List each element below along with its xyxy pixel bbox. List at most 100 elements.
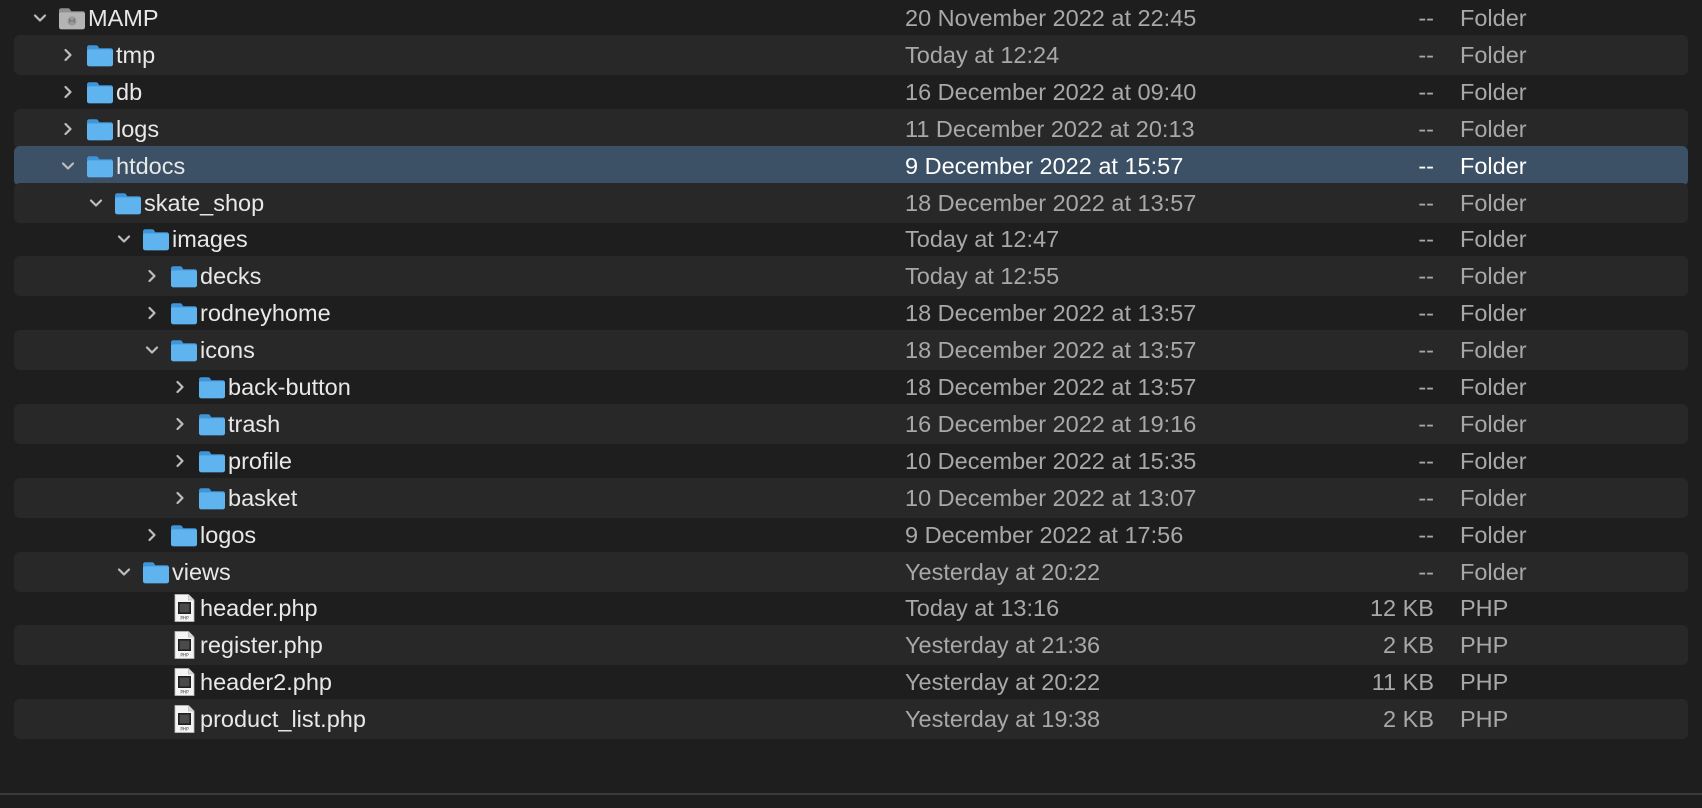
date-modified: Today at 13:16 bbox=[905, 595, 1060, 622]
file-size: -- bbox=[1418, 5, 1434, 31]
date-modified: Yesterday at 20:22 bbox=[905, 669, 1101, 696]
file-size: -- bbox=[1418, 263, 1434, 290]
chevron-down-icon[interactable] bbox=[30, 0, 50, 38]
date-modified: 11 December 2022 at 20:13 bbox=[905, 115, 1195, 142]
file-name: htdocs bbox=[116, 152, 186, 179]
file-row[interactable]: back-button 18 December 2022 at 13:57 -- Fo… bbox=[14, 367, 1688, 407]
svg-text:PHP: PHP bbox=[180, 726, 189, 731]
chevron-right-icon[interactable] bbox=[142, 293, 162, 333]
file-size: 12 KB bbox=[1369, 595, 1434, 622]
chevron-down-icon[interactable] bbox=[114, 219, 134, 259]
date-modified: 9 December 2022 at 15:57 bbox=[905, 152, 1184, 179]
folder-icon bbox=[84, 39, 116, 71]
chevron-right-icon[interactable] bbox=[170, 478, 190, 518]
file-kind: PHP bbox=[1460, 669, 1509, 696]
file-row[interactable]: htdocs 9 December 2022 at 15:57 -- Folder bbox=[14, 145, 1688, 186]
file-row[interactable]: PHP header.php Today at 13:16 12 KB PHP bbox=[14, 588, 1688, 628]
chevron-right-icon[interactable] bbox=[170, 367, 190, 407]
svg-text:PHP: PHP bbox=[180, 653, 189, 658]
chevron-right-icon[interactable] bbox=[58, 109, 78, 149]
file-row[interactable]: logs 11 December 2022 at 20:13 -- Folder bbox=[14, 108, 1688, 149]
chevron-right-icon[interactable] bbox=[58, 72, 78, 112]
file-name: rodneyhome bbox=[200, 300, 331, 327]
chevron-right-icon[interactable] bbox=[142, 256, 162, 296]
date-modified: Yesterday at 20:22 bbox=[905, 558, 1101, 585]
folder-icon bbox=[168, 260, 200, 292]
date-modified: 18 December 2022 at 13:57 bbox=[905, 189, 1197, 216]
folder-icon bbox=[196, 445, 228, 477]
file-row[interactable]: tmp Today at 12:24 -- Folder bbox=[14, 34, 1688, 75]
folder-icon bbox=[196, 482, 228, 514]
date-modified: Today at 12:55 bbox=[905, 263, 1060, 290]
chevron-right-icon[interactable] bbox=[58, 35, 78, 75]
file-kind: Folder bbox=[1460, 189, 1527, 216]
file-name: views bbox=[172, 558, 231, 585]
chevron-down-icon[interactable] bbox=[142, 330, 162, 370]
folder-icon bbox=[196, 408, 228, 440]
chevron-right-icon[interactable] bbox=[170, 404, 190, 444]
date-modified: Today at 12:24 bbox=[905, 41, 1060, 68]
file-size: 2 KB bbox=[1383, 706, 1434, 733]
php-file-icon: PHP bbox=[168, 666, 200, 698]
file-row[interactable]: logos 9 December 2022 at 17:56 -- Folder bbox=[14, 515, 1688, 555]
file-row[interactable]: basket 10 December 2022 at 13:07 -- Folder bbox=[14, 477, 1688, 518]
file-row[interactable]: skate_shop 18 December 2022 at 13:57 -- Fol… bbox=[14, 182, 1688, 223]
file-kind: Folder bbox=[1460, 337, 1527, 364]
file-kind: Folder bbox=[1460, 41, 1527, 68]
file-row[interactable]: PHP product_list.php Yesterday at 19:38 2 K… bbox=[14, 699, 1688, 740]
date-modified: 10 December 2022 at 15:35 bbox=[905, 447, 1197, 474]
svg-text:PHP: PHP bbox=[180, 690, 189, 695]
file-kind: Folder bbox=[1460, 5, 1527, 31]
chevron-right-icon[interactable] bbox=[170, 441, 190, 481]
file-name: MAMP bbox=[88, 5, 159, 31]
file-size: -- bbox=[1418, 115, 1434, 142]
file-size: -- bbox=[1418, 41, 1434, 68]
file-row[interactable]: MAMP 20 November 2022 at 22:45 -- Folder bbox=[14, 0, 1688, 38]
file-size: -- bbox=[1418, 447, 1434, 474]
date-modified: Today at 12:47 bbox=[905, 226, 1060, 253]
chevron-down-icon[interactable] bbox=[86, 183, 106, 223]
file-name: logos bbox=[200, 521, 257, 548]
file-row[interactable]: decks Today at 12:55 -- Folder bbox=[14, 256, 1688, 297]
chevron-down-icon[interactable] bbox=[58, 146, 78, 186]
file-name: basket bbox=[228, 484, 298, 511]
date-modified: 18 December 2022 at 13:57 bbox=[905, 374, 1197, 400]
file-kind: Folder bbox=[1460, 78, 1527, 105]
file-name: back-button bbox=[228, 374, 351, 400]
date-modified: 10 December 2022 at 13:07 bbox=[905, 484, 1197, 511]
folder-icon bbox=[140, 223, 172, 255]
folder-icon bbox=[140, 556, 172, 588]
file-row[interactable]: db 16 December 2022 at 09:40 -- Folder bbox=[14, 72, 1688, 112]
chevron-down-icon[interactable] bbox=[114, 552, 134, 592]
file-row[interactable]: rodneyhome 18 December 2022 at 13:57 -- Fol… bbox=[14, 293, 1688, 333]
file-size: -- bbox=[1418, 521, 1434, 548]
file-row[interactable]: trash 16 December 2022 at 19:16 -- Folder bbox=[14, 403, 1688, 444]
date-modified: Yesterday at 21:36 bbox=[905, 632, 1101, 659]
file-row[interactable]: PHP header2.php Yesterday at 20:22 11 KB PHP bbox=[14, 662, 1688, 702]
file-kind: Folder bbox=[1460, 484, 1527, 511]
php-file-icon: PHP bbox=[168, 703, 200, 735]
file-size: -- bbox=[1418, 152, 1434, 179]
file-kind: Folder bbox=[1460, 226, 1527, 253]
folder-icon bbox=[168, 334, 200, 366]
file-row[interactable]: views Yesterday at 20:22 -- Folder bbox=[14, 551, 1688, 592]
file-kind: PHP bbox=[1460, 595, 1509, 622]
file-list: MAMP 20 November 2022 at 22:45 -- Folder tmp… bbox=[0, 0, 1702, 808]
file-kind: Folder bbox=[1460, 300, 1527, 327]
file-name: db bbox=[116, 78, 143, 105]
file-row[interactable]: profile 10 December 2022 at 15:35 -- Folder bbox=[14, 441, 1688, 481]
chevron-right-icon[interactable] bbox=[142, 515, 162, 555]
php-file-icon: PHP bbox=[168, 629, 200, 661]
file-row[interactable]: icons 18 December 2022 at 13:57 -- Folder bbox=[14, 330, 1688, 371]
list-bottom-divider bbox=[0, 793, 1702, 795]
file-row[interactable]: images Today at 12:47 -- Folder bbox=[14, 219, 1688, 259]
date-modified: 16 December 2022 at 19:16 bbox=[905, 410, 1197, 437]
folder-icon bbox=[196, 371, 228, 403]
file-kind: Folder bbox=[1460, 410, 1527, 437]
file-name: icons bbox=[200, 337, 255, 364]
file-row[interactable]: PHP register.php Yesterday at 21:36 2 KB PHP bbox=[14, 625, 1688, 666]
file-name: logs bbox=[116, 115, 160, 142]
file-kind: Folder bbox=[1460, 152, 1527, 179]
file-size: -- bbox=[1418, 78, 1434, 105]
date-modified: 18 December 2022 at 13:57 bbox=[905, 300, 1197, 327]
